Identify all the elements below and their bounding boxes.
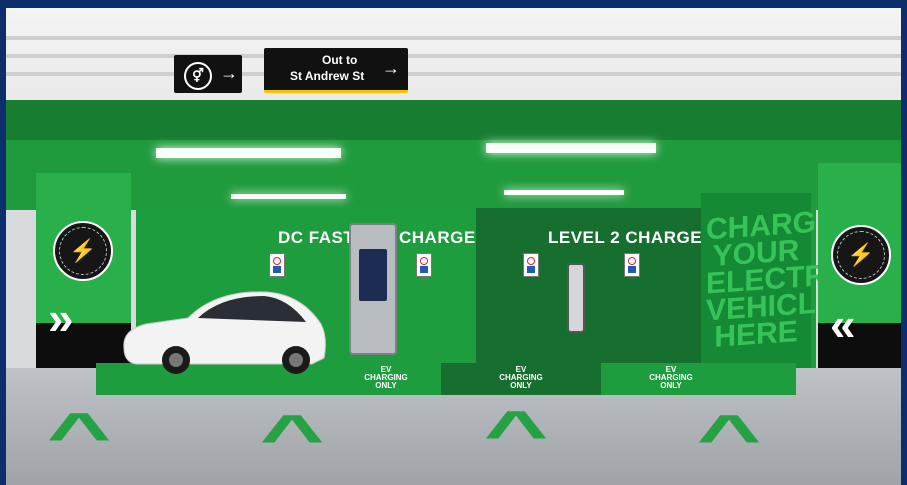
- level2-heading: LEVEL 2 CHARGE: [548, 228, 703, 247]
- ceiling-pipe: [6, 72, 901, 76]
- level2-charger: [567, 263, 585, 333]
- dc-fast-charger: [349, 223, 397, 355]
- floor-arrow-icon: ^: [259, 403, 325, 472]
- floor-arrow-icon: ^: [483, 399, 549, 468]
- ceiling-pipe: [6, 36, 901, 40]
- parking-garage-scene: ⚥ → Out to St Andrew St → DC FAST CHARGE…: [6, 8, 901, 485]
- toilets-sign: ⚥ →: [174, 55, 242, 93]
- ceiling-light: [156, 148, 341, 158]
- bay-marking: EV CHARGING ONLY: [636, 366, 706, 390]
- ceiling-light: [231, 194, 346, 199]
- parking-rules-sign: [416, 253, 432, 277]
- parking-rules-sign: [269, 253, 285, 277]
- ev-charge-station-badge: ⚡: [53, 221, 113, 281]
- floor-arrow-icon: ^: [46, 401, 112, 470]
- floor-arrow-icon: ^: [696, 403, 762, 472]
- right-pillar: ⚡ «: [818, 163, 901, 378]
- ceiling-light: [486, 143, 656, 153]
- electric-car: [123, 291, 326, 374]
- charger-screen: [359, 249, 387, 301]
- chevron-left-icon: «: [830, 298, 856, 350]
- ceiling-light: [504, 190, 624, 195]
- dc-fast-heading: DC FAST: [278, 228, 355, 247]
- wall-slogan: CHARGE YOUR ELECTRIC VEHICLE HERE: [706, 204, 856, 354]
- bay-marking: EV CHARGING ONLY: [486, 366, 556, 390]
- slogan-line: HERE: [714, 315, 798, 354]
- exit-sign: Out to St Andrew St →: [264, 48, 408, 93]
- bay-text-line: ONLY: [510, 381, 532, 390]
- parking-rules-sign: [624, 253, 640, 277]
- exit-arrow-icon: →: [382, 58, 400, 78]
- charge-heading: CHARGE: [399, 228, 476, 247]
- bay-marking: EV CHARGING ONLY: [351, 366, 421, 390]
- parking-rules-sign: [523, 253, 539, 277]
- exit-sign-line1: Out to: [322, 53, 358, 67]
- exit-sign-line2: St Andrew St: [290, 69, 365, 83]
- bay-text-line: ONLY: [375, 381, 397, 390]
- chevron-right-icon: »: [48, 292, 74, 344]
- ceiling-pipe: [6, 54, 901, 58]
- toilets-icon: ⚥: [184, 62, 212, 90]
- toilets-arrow-icon: →: [220, 63, 238, 83]
- ev-charge-station-badge: ⚡: [831, 225, 891, 285]
- bay-text-line: ONLY: [660, 381, 682, 390]
